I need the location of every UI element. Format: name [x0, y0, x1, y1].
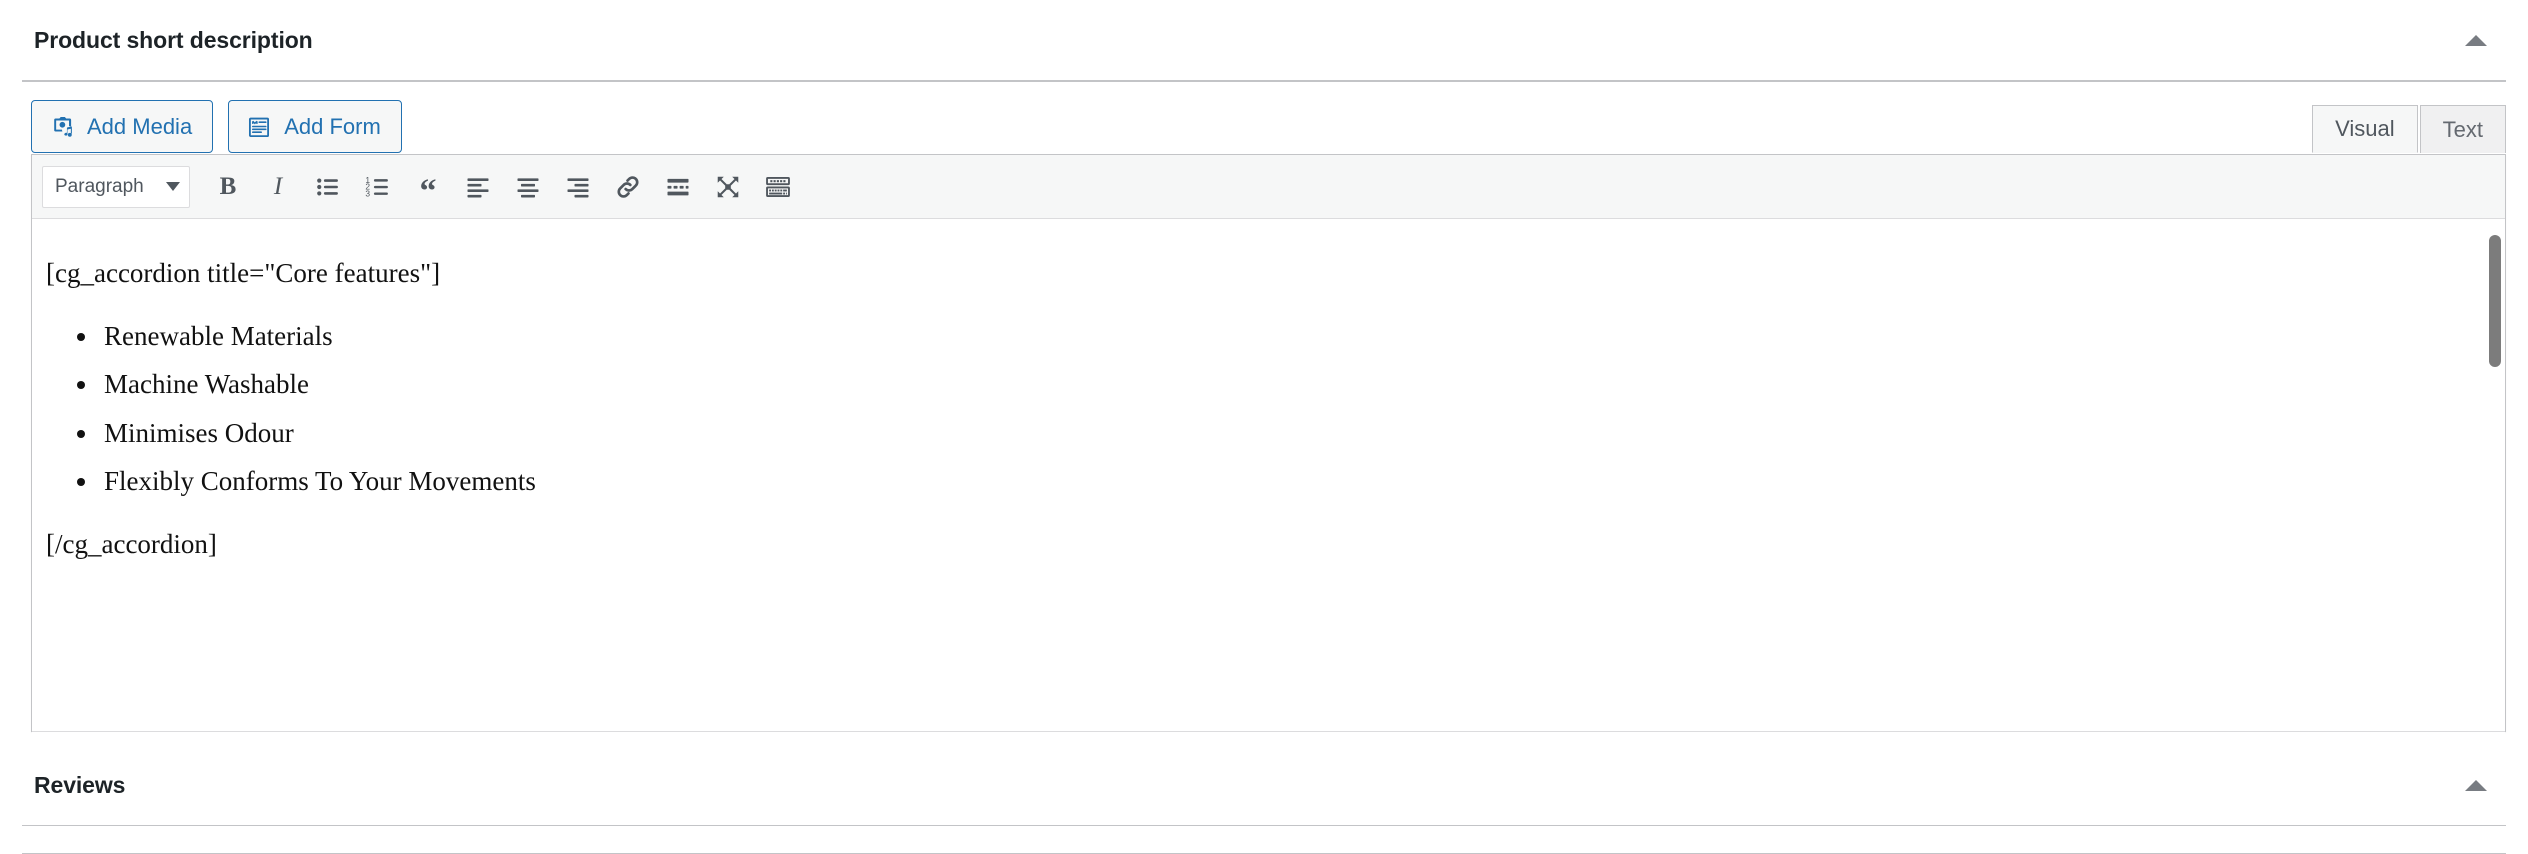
collapse-panel-button-product-short-description[interactable] — [2454, 18, 2498, 62]
add-media-button[interactable]: Add Media — [31, 100, 214, 153]
distraction-free-icon — [714, 173, 742, 201]
bulleted-list-button[interactable] — [305, 164, 351, 210]
align-center-icon — [514, 173, 542, 201]
list-item: Flexibly Conforms To Your Movements — [100, 461, 2475, 502]
insert-read-more-icon — [664, 173, 692, 201]
add-form-label: Add Form — [284, 113, 381, 139]
bold-button[interactable]: B — [205, 164, 251, 210]
toolbar-toggle-button[interactable] — [755, 164, 801, 210]
blockquote-icon: “ — [419, 172, 437, 210]
distraction-free-button[interactable] — [705, 164, 751, 210]
list-item: Renewable Materials — [100, 316, 2475, 357]
align-right-icon — [564, 173, 592, 201]
editor-scrollbar-thumb[interactable] — [2489, 235, 2501, 367]
insert-read-more-button[interactable] — [655, 164, 701, 210]
numbered-list-button[interactable]: 1 2 3 — [355, 164, 401, 210]
shortcode-close-text: [/cg_accordion] — [46, 528, 217, 559]
tab-text[interactable]: Text — [2419, 105, 2506, 153]
editor-scrollbar[interactable] — [2483, 219, 2505, 731]
editor-content-area[interactable]: [cg_accordion title="Core features"] Ren… — [32, 219, 2505, 731]
list-item: Minimises Odour — [100, 413, 2475, 454]
chevron-down-icon — [166, 182, 180, 191]
link-icon — [614, 173, 642, 201]
align-right-button[interactable] — [555, 164, 601, 210]
numbered-list-icon: 1 2 3 — [364, 173, 392, 201]
wp-editor-wrap: Add Media Add Form Visual Text Paragraph… — [22, 82, 2506, 765]
keyboard-toolbar-toggle-icon — [764, 173, 792, 201]
editor-container: Paragraph B I 1 2 3 “ [cg_accordion titl… — [31, 154, 2506, 765]
tab-visual[interactable]: Visual — [2312, 105, 2418, 153]
list-item: Machine Washable — [100, 364, 2475, 405]
align-left-button[interactable] — [455, 164, 501, 210]
caret-up-icon — [2465, 34, 2487, 46]
italic-icon: I — [273, 172, 283, 200]
caret-up-icon — [2465, 779, 2487, 791]
add-form-button[interactable]: Add Form — [228, 100, 402, 153]
svg-text:3: 3 — [365, 188, 370, 198]
blockquote-button[interactable]: “ — [405, 164, 451, 210]
bulleted-list-icon — [314, 173, 342, 201]
format-select[interactable]: Paragraph — [42, 165, 190, 208]
bold-icon: B — [219, 172, 237, 200]
insert-link-button[interactable] — [605, 164, 651, 210]
media-camera-music-icon — [49, 114, 75, 140]
wordpress-product-edit-screen: Product short description Add Media Add … — [0, 0, 2528, 854]
postbox-header-reviews: Reviews — [22, 745, 2506, 826]
page-title: Product short description — [34, 26, 313, 53]
add-media-label: Add Media — [87, 113, 193, 139]
align-center-button[interactable] — [505, 164, 551, 210]
postbox-product-short-description: Product short description — [22, 0, 2506, 82]
reviews-title: Reviews — [34, 771, 126, 798]
editor-toolbar: Paragraph B I 1 2 3 “ — [32, 155, 2505, 219]
align-left-icon — [464, 173, 492, 201]
media-buttons: Add Media Add Form — [31, 100, 402, 153]
form-clipboard-icon — [246, 114, 272, 140]
shortcode-open-text: [cg_accordion title="Core features"] — [46, 258, 441, 288]
postbox-reviews: Reviews — [22, 745, 2506, 854]
feature-list: Renewable Materials Machine Washable Min… — [46, 316, 2475, 502]
collapse-panel-button-reviews[interactable] — [2454, 763, 2498, 807]
editor-mode-tabs: Visual Text — [2312, 105, 2506, 153]
format-select-value: Paragraph — [55, 175, 144, 197]
italic-button[interactable]: I — [255, 164, 301, 210]
postbox-header-product-short-description: Product short description — [22, 0, 2506, 81]
